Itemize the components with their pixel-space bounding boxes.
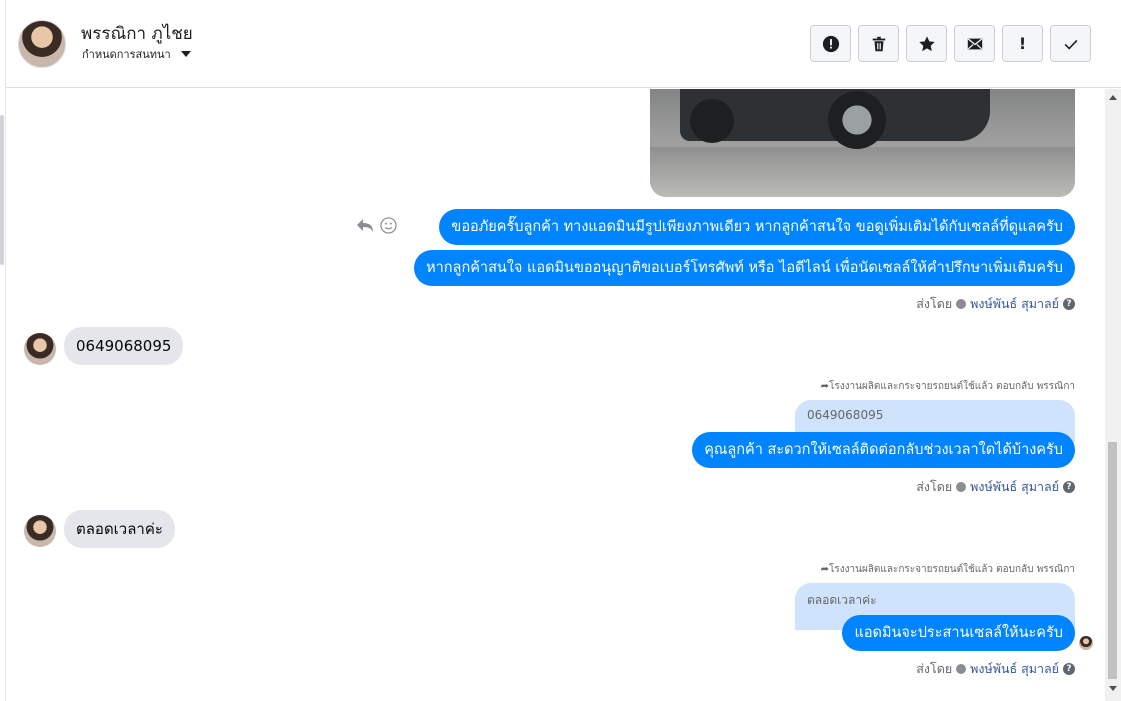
scroll-down-arrow-icon[interactable] [1109, 686, 1117, 691]
contact-avatar-small[interactable] [24, 515, 56, 547]
agent-name[interactable]: พงษ์พันธ์ สุมาลย์ [970, 477, 1059, 497]
sent-by-label: ส่งโดย พงษ์พันธ์ สุมาลย์ ? [916, 659, 1075, 679]
outgoing-message[interactable]: หากลูกค้าสนใจ แอดมินขออนุญาติขอเบอร์โทรศ… [414, 250, 1075, 286]
mark-spam-button[interactable] [810, 25, 851, 62]
caret-down-icon [180, 51, 191, 57]
star-icon [918, 35, 935, 51]
sent-by-label: ส่งโดย พงษ์พันธ์ สุมาลย์ ? [916, 294, 1075, 314]
conversation-toolbar: ! [810, 25, 1091, 62]
check-icon [1064, 39, 1077, 50]
outgoing-message[interactable]: แอดมินจะประสานเซลล์ให้นะครับ [842, 615, 1075, 651]
outgoing-message[interactable]: คุณลูกค้า สะดวกให้เซลล์ติดต่อกลับช่วงเวล… [692, 432, 1075, 468]
agent-name[interactable]: พงษ์พันธ์ สุมาลย์ [970, 294, 1059, 314]
delete-button[interactable] [858, 25, 899, 62]
message-thread[interactable]: ขออภัยครั๊บลูกค้า ทางแอดมินมีรูปเพียงภาพ… [6, 89, 1105, 701]
conversation-header: พรรณิกา ภูไชย กำหนดการสนทนา ! [6, 0, 1121, 88]
reply-context-label: ➦โรงงานผลิตและกระจายรถยนต์ใช้แล้ว ตอบกลั… [820, 381, 1075, 392]
reply-icon[interactable] [356, 218, 374, 239]
help-icon[interactable]: ? [1063, 298, 1075, 310]
scroll-up-arrow-icon[interactable] [1109, 95, 1117, 100]
sent-by-label: ส่งโดย พงษ์พันธ์ สุมาลย์ ? [916, 477, 1075, 497]
conversation-schedule-dropdown[interactable]: กำหนดการสนทนา [82, 45, 191, 63]
sent-by-prefix: ส่งโดย [916, 479, 953, 494]
exclamation-icon: ! [1018, 34, 1027, 53]
message-actions [356, 217, 397, 239]
messenger-window: พรรณิกา ภูไชย กำหนดการสนทนา ! ขออภัยครั๊… [0, 0, 1121, 701]
incoming-message[interactable]: 0649068095 [64, 327, 184, 365]
mark-unread-button[interactable] [954, 25, 995, 62]
verified-icon [956, 299, 967, 309]
attached-car-photo[interactable] [650, 89, 1075, 197]
alert-circle-icon [822, 35, 839, 52]
schedule-label: กำหนดการสนทนา [82, 48, 171, 61]
sent-by-prefix: ส่งโดย [916, 296, 953, 311]
left-scrollbar-thumb[interactable] [0, 115, 4, 265]
trash-icon [872, 36, 885, 51]
contact-name[interactable]: พรรณิกา ภูไชย [81, 20, 193, 47]
help-icon[interactable]: ? [1063, 663, 1075, 675]
mark-done-button[interactable] [1050, 25, 1091, 62]
help-icon[interactable]: ? [1063, 481, 1075, 493]
emoji-react-icon[interactable] [380, 217, 397, 239]
thread-scrollbar-thumb[interactable] [1108, 442, 1117, 679]
sent-by-prefix: ส่งโดย [916, 661, 953, 676]
follow-up-button[interactable]: ! [1002, 25, 1043, 62]
reply-arrow-icon: ➦ [820, 381, 829, 392]
contact-avatar[interactable] [18, 20, 66, 68]
contact-avatar-small[interactable] [24, 333, 56, 365]
verified-icon [956, 664, 967, 674]
seen-indicator-avatar [1079, 636, 1093, 650]
reply-context-label: ➦โรงงานผลิตและกระจายรถยนต์ใช้แล้ว ตอบกลั… [820, 564, 1075, 575]
outgoing-message[interactable]: ขออภัยครั๊บลูกค้า ทางแอดมินมีรูปเพียงภาพ… [439, 209, 1075, 245]
agent-name[interactable]: พงษ์พันธ์ สุมาลย์ [970, 659, 1059, 679]
reply-arrow-icon: ➦ [820, 564, 829, 575]
envelope-icon [967, 38, 982, 49]
verified-icon [956, 482, 967, 492]
star-button[interactable] [906, 25, 947, 62]
incoming-message[interactable]: ตลอดเวลาค่ะ [64, 510, 175, 548]
